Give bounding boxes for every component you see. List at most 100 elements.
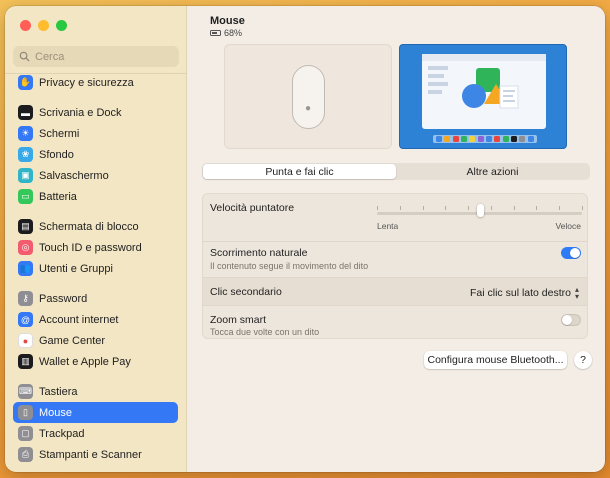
smart-zoom-description: Tocca due volte con un dito: [210, 327, 320, 337]
display-icon: ☀: [18, 126, 33, 141]
sidebar-item-wallet-e-apple-pay[interactable]: ▥ Wallet e Apple Pay: [13, 351, 178, 372]
slider-tick: [582, 206, 583, 210]
sidebar-item-game-center[interactable]: ● Game Center: [13, 330, 178, 351]
trackpad-icon: ▢: [18, 426, 33, 441]
sidebar-item-trackpad[interactable]: ▢ Trackpad: [13, 423, 178, 444]
secondary-click-value: Fai clic sul lato destro: [470, 287, 571, 299]
battery-percent: 68%: [224, 28, 243, 38]
zoom-button[interactable]: [56, 20, 67, 31]
sidebar-item-schermata-di-blocco[interactable]: ▤ Schermata di blocco: [13, 216, 178, 237]
settings-panel: Velocità puntatore Lenta Veloce Scorrime…: [202, 193, 588, 339]
mouse-icon: ▯: [18, 405, 33, 420]
natural-scroll-label: Scorrimento naturale: [210, 247, 308, 259]
preview-artwork: [422, 54, 546, 109]
sidebar-item-password[interactable]: ⚷ Password: [13, 288, 178, 309]
slider-tick: [445, 206, 447, 210]
slider-max-label: Veloce: [555, 221, 581, 231]
sidebar-item-schermi[interactable]: ☀ Schermi: [13, 123, 178, 144]
smart-zoom-row: Zoom smart Tocca due volte con un dito: [203, 306, 587, 338]
keyboard-icon: ⌨: [18, 384, 33, 399]
game-center-icon: ●: [18, 333, 33, 348]
sidebar-item-label: Sfondo: [39, 148, 74, 161]
slider-knob[interactable]: [476, 204, 484, 217]
tab-bar: Punta e fai clic Altre azioni: [202, 163, 590, 180]
magic-mouse-image: ●: [291, 64, 325, 129]
secondary-click-label: Clic secondario: [210, 286, 282, 298]
sidebar-item-label: Salvaschermo: [39, 169, 109, 182]
slider-tick: [377, 206, 378, 210]
sidebar-item-privacy-e-sicurezza[interactable]: ✋ Privacy e sicurezza: [13, 72, 178, 93]
sidebar-item-scrivania-e-dock[interactable]: ▬ Scrivania e Dock: [13, 102, 178, 123]
mouse-illustration: ●: [224, 44, 392, 149]
tab-more-gestures[interactable]: Altre azioni: [396, 164, 589, 179]
sidebar-item-label: Wallet e Apple Pay: [39, 355, 131, 368]
sidebar-item-label: Stampanti e Scanner: [39, 448, 142, 461]
close-button[interactable]: [20, 20, 31, 31]
preview-window: [422, 54, 546, 129]
natural-scroll-description: Il contenuto segue il movimento del dito: [210, 261, 369, 271]
battery-icon: [210, 30, 221, 36]
main-pane: Mouse 68% ● Punta e fai clic Altre azion…: [187, 6, 605, 472]
slider-tick: [559, 206, 561, 210]
sidebar-item-tastiera[interactable]: ⌨ Tastiera: [13, 381, 178, 402]
sidebar-item-label: Tastiera: [39, 385, 78, 398]
sidebar-item-mouse[interactable]: ▯ Mouse: [13, 402, 178, 423]
search-input[interactable]: Cerca: [13, 46, 179, 67]
sidebar-item-label: Schermata di blocco: [39, 220, 139, 233]
natural-scroll-row: Scorrimento naturale Il contenuto segue …: [203, 242, 587, 278]
tab-point-and-click[interactable]: Punta e fai clic: [203, 164, 396, 179]
fingerprint-icon: ◎: [18, 240, 33, 255]
secondary-click-select[interactable]: Fai clic sul lato destro ▴ ▾: [470, 285, 579, 301]
at-icon: @: [18, 312, 33, 327]
sidebar-item-label: Password: [39, 292, 88, 305]
sidebar-item-label: Mouse: [39, 406, 73, 419]
slider-tick: [536, 206, 538, 210]
sidebar-item-label: Trackpad: [39, 427, 85, 440]
hand-icon: ✋: [18, 75, 33, 90]
secondary-click-row: Clic secondario Fai clic sul lato destro…: [203, 278, 587, 306]
sidebar-item-label: Touch ID e password: [39, 241, 142, 254]
minimize-button[interactable]: [38, 20, 49, 31]
search-icon: [19, 51, 30, 62]
sidebar-item-label: Batteria: [39, 190, 77, 203]
users-icon: 👥: [18, 261, 33, 276]
slider-tick: [513, 206, 515, 210]
sidebar-item-label: Account internet: [39, 313, 119, 326]
sidebar-item-batteria[interactable]: ▭ Batteria: [13, 186, 178, 207]
window-controls: [20, 20, 67, 31]
battery-status: 68%: [210, 28, 242, 38]
lock-screen-icon: ▤: [18, 219, 33, 234]
sidebar-item-label: Scrivania e Dock: [39, 106, 122, 119]
sidebar-item-label: Utenti e Gruppi: [39, 262, 113, 275]
sidebar-item-sfondo[interactable]: ❀ Sfondo: [13, 144, 178, 165]
sidebar-item-touch-id-e-password[interactable]: ◎ Touch ID e password: [13, 237, 178, 258]
slider-tick: [468, 206, 470, 210]
configure-bluetooth-mouse-button[interactable]: Configura mouse Bluetooth...: [424, 351, 567, 369]
tracking-speed-row: Velocità puntatore Lenta Veloce: [203, 194, 587, 242]
key-icon: ⚷: [18, 291, 33, 306]
sidebar-item-utenti-e-gruppi[interactable]: 👥 Utenti e Gruppi: [13, 258, 178, 279]
slider-tick: [490, 206, 492, 210]
wallpaper-icon: ❀: [18, 147, 33, 162]
slider-min-label: Lenta: [377, 221, 399, 231]
page-title: Mouse: [210, 15, 245, 27]
natural-scroll-toggle[interactable]: [561, 247, 581, 259]
sidebar-item-label: Game Center: [39, 334, 106, 347]
sidebar-item-account-internet[interactable]: @ Account internet: [13, 309, 178, 330]
smart-zoom-toggle[interactable]: [561, 314, 581, 326]
chevron-up-down-icon: ▴ ▾: [574, 285, 579, 301]
slider-tick: [422, 206, 424, 210]
sidebar-item-salvaschermo[interactable]: ▣ Salvaschermo: [13, 165, 178, 186]
screensaver-icon: ▣: [18, 168, 33, 183]
sidebar-item-label: Schermi: [39, 127, 80, 140]
slider-tick: [399, 206, 401, 210]
printer-icon: ⎙: [18, 447, 33, 462]
sidebar-list: ✋ Privacy e sicurezza ▬ Scrivania e Dock ☀ Sc…: [13, 72, 178, 465]
sidebar-item-stampanti-e-scanner[interactable]: ⎙ Stampanti e Scanner: [13, 444, 178, 465]
smart-zoom-label: Zoom smart: [210, 314, 267, 326]
apple-logo-icon: ●: [304, 102, 312, 114]
tracking-speed-label: Velocità puntatore: [210, 202, 295, 214]
help-button[interactable]: ?: [574, 351, 592, 369]
settings-window: Cerca ✋ Privacy e sicurezza ▬ Scrivania e D…: [5, 6, 605, 472]
battery-icon: ▭: [18, 189, 33, 204]
